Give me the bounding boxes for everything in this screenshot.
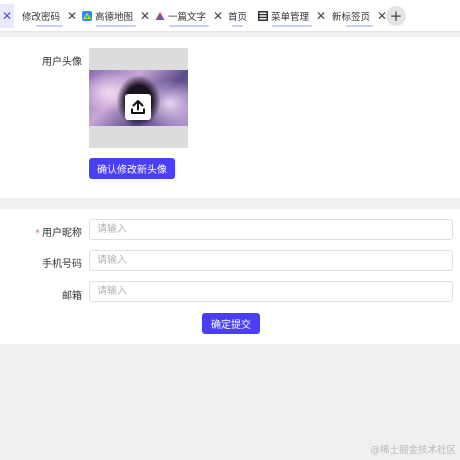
close-icon[interactable]: ✕ <box>213 10 223 22</box>
avatar-panel: 用户头像 确认修改新头像 <box>0 37 460 198</box>
tab-underline <box>36 25 64 27</box>
tab-active-close[interactable]: ✕ <box>0 4 14 28</box>
tab-change-password[interactable]: 修改密码 ✕ <box>22 4 77 28</box>
nickname-label-text: 用户昵称 <box>42 228 82 239</box>
nickname-input[interactable] <box>89 219 453 240</box>
add-tab-button[interactable]: + <box>386 6 406 26</box>
menu-list-icon <box>258 11 268 21</box>
tab-label: 首页 <box>228 12 248 23</box>
close-icon[interactable]: ✕ <box>140 10 150 22</box>
tab-underline <box>346 25 374 27</box>
email-input[interactable] <box>89 281 453 302</box>
profile-form-panel: *用户昵称 手机号码 邮箱 确定提交 <box>0 209 460 344</box>
tab-underline <box>96 25 137 27</box>
nickname-label: * 用户昵称 <box>20 224 82 239</box>
tab-underline <box>232 25 244 27</box>
watermark: @稀土掘金技术社区 <box>370 445 456 456</box>
tab-label: 修改密码 <box>22 12 61 23</box>
tab-underline <box>169 25 210 27</box>
phone-input[interactable] <box>89 250 453 271</box>
tab-article[interactable]: 一篇文字 ✕ <box>155 4 223 28</box>
submit-button[interactable]: 确定提交 <box>202 313 260 334</box>
upload-icon[interactable] <box>125 94 151 120</box>
tab-label: 一篇文字 <box>168 12 207 23</box>
tab-home[interactable]: 首页 <box>228 4 247 28</box>
required-mark: * <box>35 228 40 239</box>
tab-label: 新标签页 <box>332 12 371 23</box>
avatar-label: 用户头像 <box>42 57 82 68</box>
tab-label: 高德地图 <box>95 12 134 23</box>
close-icon[interactable]: ✕ <box>67 10 77 22</box>
tab-underline <box>272 25 313 27</box>
tab-label: 菜单管理 <box>271 12 310 23</box>
avatar-upload-area[interactable] <box>89 48 188 148</box>
tab-bar: ✕ 修改密码 ✕ 高德地图 ✕ 一篇文字 ✕ 首页 菜单管理 ✕ 新标签页 ✕ … <box>0 0 460 32</box>
close-icon[interactable]: ✕ <box>316 10 326 22</box>
close-icon[interactable]: ✕ <box>2 10 12 22</box>
confirm-avatar-button[interactable]: 确认修改新头像 <box>89 158 175 179</box>
map-app-icon <box>82 11 92 21</box>
tab-amap[interactable]: 高德地图 ✕ <box>82 4 150 28</box>
phone-label: 手机号码 <box>42 259 82 270</box>
triangle-logo-icon <box>155 11 165 21</box>
tab-new-tab[interactable]: 新标签页 ✕ <box>332 4 387 28</box>
email-label: 邮箱 <box>62 291 82 302</box>
tab-menu-management[interactable]: 菜单管理 ✕ <box>258 4 326 28</box>
